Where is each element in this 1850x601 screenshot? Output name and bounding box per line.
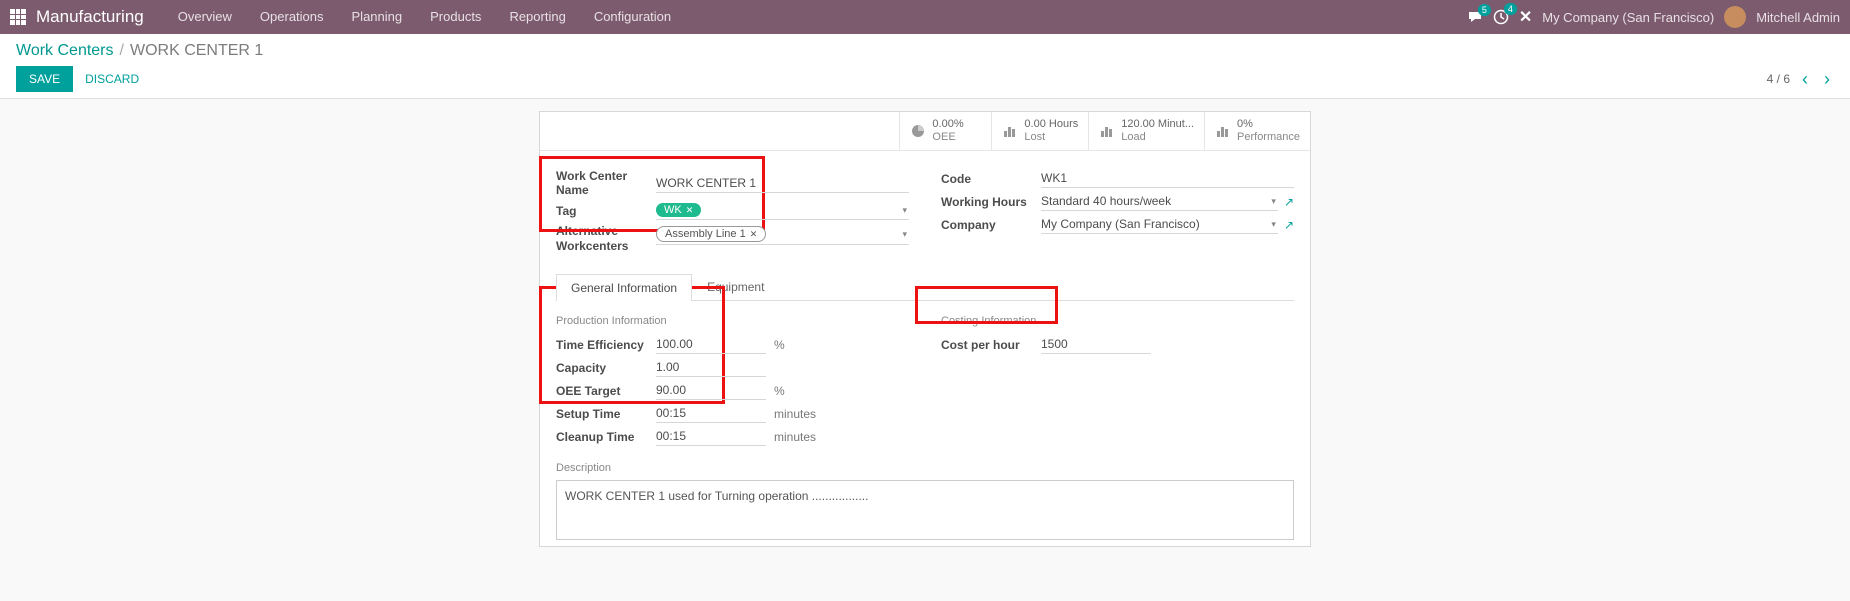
alt-input[interactable]: Assembly Line 1✕ ▾	[656, 224, 909, 245]
control-panel: Work Centers/WORK CENTER 1 SAVE DISCARD …	[0, 34, 1850, 99]
code-input[interactable]: WK1	[1041, 169, 1294, 188]
close-icon[interactable]: ✕	[1519, 7, 1532, 27]
pager: 4 / 6 ‹ ›	[1767, 69, 1834, 90]
cleanup-input[interactable]: 00:15	[656, 427, 766, 446]
breadcrumb-parent[interactable]: Work Centers	[16, 42, 114, 59]
capacity-input[interactable]: 1.00	[656, 358, 766, 377]
cph-label: Cost per hour	[941, 338, 1041, 352]
stat-oee-label: OEE	[932, 131, 963, 144]
breadcrumb: Work Centers/WORK CENTER 1	[16, 42, 1834, 60]
pager-prev[interactable]: ‹	[1798, 69, 1812, 90]
hours-label: Working Hours	[941, 195, 1041, 209]
name-input[interactable]: WORK CENTER 1	[656, 174, 909, 193]
messaging-icon[interactable]: 5	[1467, 10, 1483, 24]
alt-label: Alternative Workcenters	[556, 224, 656, 253]
messaging-badge: 5	[1478, 4, 1491, 16]
tag-pill-wk[interactable]: WK✕	[656, 203, 701, 217]
nav-reporting[interactable]: Reporting	[495, 0, 579, 34]
stat-perf-label: Performance	[1237, 131, 1300, 144]
oee-target-label: OEE Target	[556, 384, 656, 398]
tag-remove-icon[interactable]: ✕	[686, 205, 694, 216]
stat-button-row: 0.00%OEE 0.00 HoursLost 120.00 Minut...L…	[540, 112, 1310, 151]
apps-icon[interactable]	[10, 9, 26, 25]
minutes-unit: minutes	[774, 407, 816, 421]
time-eff-input[interactable]: 100.00	[656, 335, 766, 354]
app-brand[interactable]: Manufacturing	[36, 7, 144, 27]
pie-icon	[910, 123, 926, 139]
percent-unit: %	[774, 384, 785, 398]
prod-section-title: Production Information	[556, 315, 909, 327]
chevron-down-icon[interactable]: ▾	[902, 205, 907, 216]
oee-target-input[interactable]: 90.00	[656, 381, 766, 400]
description-textarea[interactable]: WORK CENTER 1 used for Turning operation…	[556, 480, 1294, 540]
breadcrumb-current: WORK CENTER 1	[130, 42, 263, 59]
stat-oee-value: 0.00%	[932, 118, 963, 131]
stat-load-label: Load	[1121, 131, 1194, 144]
tab-general[interactable]: General Information	[556, 274, 692, 301]
chevron-down-icon[interactable]: ▾	[1271, 196, 1276, 207]
setup-input[interactable]: 00:15	[656, 404, 766, 423]
stat-load-value: 120.00 Minut...	[1121, 118, 1194, 131]
top-navbar: Manufacturing Overview Operations Planni…	[0, 0, 1850, 34]
minutes-unit: minutes	[774, 430, 816, 444]
nav-planning[interactable]: Planning	[338, 0, 417, 34]
cost-section-title: Costing Information	[941, 315, 1294, 327]
form-sheet: 0.00%OEE 0.00 HoursLost 120.00 Minut...L…	[539, 111, 1311, 547]
code-label: Code	[941, 172, 1041, 186]
tab-equipment[interactable]: Equipment	[692, 273, 779, 300]
discard-button[interactable]: DISCARD	[73, 67, 151, 91]
form-tabs: General Information Equipment	[556, 273, 1294, 301]
stat-perf-value: 0%	[1237, 118, 1300, 131]
time-eff-label: Time Efficiency	[556, 338, 656, 352]
nav-menu: Overview Operations Planning Products Re…	[164, 0, 685, 34]
bar-icon	[1215, 124, 1231, 138]
company-label: Company	[941, 218, 1041, 232]
stat-performance[interactable]: 0%Performance	[1204, 112, 1310, 150]
tag-remove-icon[interactable]: ✕	[750, 229, 758, 240]
activity-badge: 4	[1504, 3, 1517, 15]
stat-lost[interactable]: 0.00 HoursLost	[991, 112, 1088, 150]
alt-pill[interactable]: Assembly Line 1✕	[656, 226, 766, 242]
hours-input[interactable]: Standard 40 hours/week▾	[1041, 192, 1278, 211]
tag-label: Tag	[556, 204, 656, 218]
chevron-down-icon[interactable]: ▾	[902, 229, 907, 240]
avatar[interactable]	[1724, 6, 1746, 28]
cph-input[interactable]: 1500	[1041, 335, 1151, 354]
activity-icon[interactable]: 4	[1493, 9, 1509, 25]
chevron-down-icon[interactable]: ▾	[1271, 219, 1276, 230]
tag-input[interactable]: WK✕ ▾	[656, 201, 909, 220]
name-label: Work Center Name	[556, 169, 656, 197]
nav-products[interactable]: Products	[416, 0, 495, 34]
cleanup-label: Cleanup Time	[556, 430, 656, 444]
external-link-icon[interactable]: ↗	[1284, 218, 1294, 232]
user-menu[interactable]: Mitchell Admin	[1756, 10, 1840, 25]
nav-overview[interactable]: Overview	[164, 0, 246, 34]
pager-next[interactable]: ›	[1820, 69, 1834, 90]
company-switcher[interactable]: My Company (San Francisco)	[1542, 10, 1714, 25]
percent-unit: %	[774, 338, 785, 352]
pager-text: 4 / 6	[1767, 72, 1790, 86]
description-label: Description	[556, 462, 1294, 474]
setup-label: Setup Time	[556, 407, 656, 421]
stat-load[interactable]: 120.00 Minut...Load	[1088, 112, 1204, 150]
stat-lost-value: 0.00 Hours	[1024, 118, 1078, 131]
bar-icon	[1002, 124, 1018, 138]
nav-configuration[interactable]: Configuration	[580, 0, 685, 34]
stat-lost-label: Lost	[1024, 131, 1078, 144]
stat-oee[interactable]: 0.00%OEE	[899, 112, 991, 150]
company-input[interactable]: My Company (San Francisco)▾	[1041, 215, 1278, 234]
nav-operations[interactable]: Operations	[246, 0, 338, 34]
capacity-label: Capacity	[556, 361, 656, 375]
save-button[interactable]: SAVE	[16, 66, 73, 92]
external-link-icon[interactable]: ↗	[1284, 195, 1294, 209]
bar-icon	[1099, 124, 1115, 138]
